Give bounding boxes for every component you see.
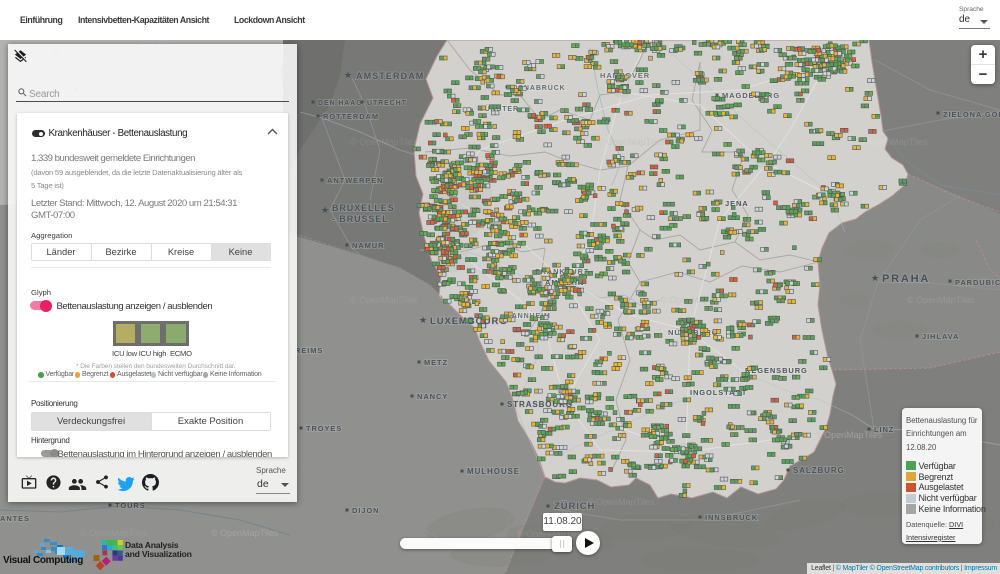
svg-text:BRUXELLES: BRUXELLES [332,203,395,213]
svg-text:© OpenMapTiles: © OpenMapTiles [860,137,928,147]
svg-text:ANTWERPEN: ANTWERPEN [327,176,383,185]
svg-text:REIMS: REIMS [295,346,323,355]
svg-text:© OpenMapTiles: © OpenMapTiles [350,137,418,147]
svg-text:DIJON: DIJON [352,506,379,515]
svg-text:SALZBURG: SALZBURG [793,466,845,475]
svg-text:© OpenMapTiles: © OpenMapTiles [350,295,418,305]
svg-text:★: ★ [871,273,879,283]
svg-text:© OpenMapTiles: © OpenMapTiles [907,295,975,305]
svg-text:TROYES: TROYES [306,424,342,433]
svg-text:NANCY: NANCY [417,392,448,401]
svg-text:★: ★ [419,315,427,325]
svg-text:JIHLAVA: JIHLAVA [922,332,959,341]
svg-text:UTRECHT: UTRECHT [367,100,407,107]
svg-text:PRAHA: PRAHA [882,273,930,285]
svg-text:ZIELONA GÓRA: ZIELONA GÓRA [943,110,1000,119]
svg-text:AMSTERDAM: AMSTERDAM [356,71,424,81]
svg-text:TOURS: TOURS [115,501,146,510]
svg-text:★: ★ [344,70,352,80]
svg-text:NAMUR: NAMUR [352,241,384,250]
svg-text:JENA: JENA [725,199,749,208]
svg-text:DEN HAAG: DEN HAAG [318,100,363,107]
svg-text:MAGDEBURG: MAGDEBURG [722,91,780,100]
svg-text:© OpenMapTiles: © OpenMapTiles [587,497,655,507]
svg-text:INNSBRUCK: INNSBRUCK [705,513,758,522]
svg-text:PARDUBICE: PARDUBICE [955,278,1000,287]
svg-text:MULHOUSE: MULHOUSE [467,467,520,476]
svg-text:- BRUSSEL: - BRUSSEL [332,214,389,224]
svg-text:ROTTERDAM: ROTTERDAM [323,112,379,121]
svg-text:© OpenMapTiles: © OpenMapTiles [815,430,883,440]
svg-text:© OpenMapTiles: © OpenMapTiles [597,137,665,147]
svg-text:★: ★ [321,205,329,215]
svg-text:METZ: METZ [424,358,448,367]
svg-text:ANTES: ANTES [0,514,30,523]
